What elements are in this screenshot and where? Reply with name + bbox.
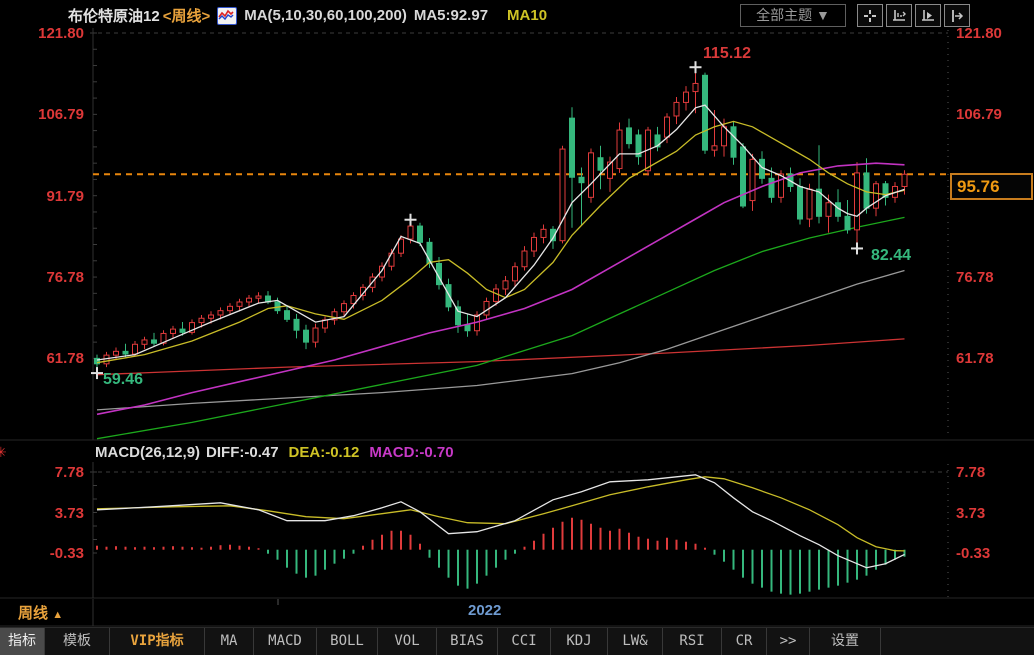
period-label: 周线 [18, 605, 48, 622]
period-selector[interactable]: 周线 ▲ [18, 602, 63, 623]
toolbar-item-cci[interactable]: CCI [498, 628, 551, 655]
indicator-alert-icon[interactable]: ✳ [0, 444, 7, 461]
kline-chart-icon[interactable] [217, 7, 237, 25]
toolbar-item-vol[interactable]: VOL [378, 628, 437, 655]
macd-dea-label: DEA:-0.12 [289, 444, 360, 461]
trough-price-annotation: 82.44 [871, 247, 911, 265]
price-label-left: 121.80 [24, 25, 84, 42]
axis-shift-icon[interactable] [944, 4, 970, 27]
toolbar-item-macd[interactable]: MACD [254, 628, 317, 655]
start-low-annotation: 59.46 [103, 371, 143, 389]
peak-price-annotation: 115.12 [703, 45, 751, 63]
toolbar-item-kdj[interactable]: KDJ [551, 628, 608, 655]
macd-diff-label: DIFF:-0.47 [206, 444, 279, 461]
toolbar-item-cr[interactable]: CR [722, 628, 767, 655]
macd-macd-label: MACD:-0.70 [369, 444, 453, 461]
ma10-label: MA10 [507, 7, 547, 24]
ma-settings-label: MA(5,10,30,60,100,200) [244, 7, 407, 24]
price-label-right: 76.78 [956, 269, 1026, 286]
axis-scale-icon[interactable] [886, 4, 912, 27]
chevron-up-icon: ▲ [52, 609, 63, 621]
macd-label-right: 7.78 [956, 464, 1026, 481]
current-price-box: 95.76 [950, 173, 1033, 200]
toolbar-item-template[interactable]: 模板 [45, 628, 110, 655]
price-label-right: 106.79 [956, 106, 1026, 123]
time-axis-row: 周线 ▲ 2022 [0, 599, 1034, 626]
year-label: 2022 [468, 602, 501, 619]
price-label-right: 61.78 [956, 350, 1026, 367]
macd-label-left: 7.78 [24, 464, 84, 481]
price-label-left: 91.79 [24, 188, 84, 205]
macd-label-left: 3.73 [24, 505, 84, 522]
price-label-left: 106.79 [24, 106, 84, 123]
chart-canvas[interactable] [0, 0, 1034, 655]
period-tag: <周线> [163, 5, 211, 26]
toolbar-item-vip[interactable]: VIP指标 [110, 628, 205, 655]
symbol-name: 布伦特原油12 [68, 5, 160, 26]
theme-dropdown[interactable]: 全部主题 ▼ [740, 4, 846, 27]
toolbar-item-lw[interactable]: LW& [608, 628, 663, 655]
macd-header: MACD(26,12,9) DIFF:-0.47 DEA:-0.12 MACD:… [95, 444, 454, 461]
axis-play-icon[interactable] [915, 4, 941, 27]
toolbar-item-indicator[interactable]: 指标 [0, 628, 45, 655]
price-label-left: 61.78 [24, 350, 84, 367]
trading-app-window: 布伦特原油12<周线> MA(5,10,30,60,100,200) MA5:9… [0, 0, 1034, 655]
macd-title: MACD(26,12,9) [95, 444, 200, 461]
indicator-toolbar: 指标 模板 VIP指标 MA MACD BOLL VOL BIAS CCI KD… [0, 627, 1034, 655]
macd-label-right: 3.73 [956, 505, 1026, 522]
toolbar-item-rsi[interactable]: RSI [663, 628, 722, 655]
toolbar-item-ma[interactable]: MA [205, 628, 254, 655]
ma5-value-label: MA5:92.97 [414, 7, 488, 24]
macd-label-left: -0.33 [24, 545, 84, 562]
toolbar-item-settings[interactable]: 设置 [810, 628, 881, 655]
chart-header: 布伦特原油12<周线> MA(5,10,30,60,100,200) MA5:9… [68, 5, 547, 26]
macd-label-right: -0.33 [956, 545, 1026, 562]
toolbar-item-more[interactable]: >> [767, 628, 810, 655]
crosshair-icon[interactable] [857, 4, 883, 27]
toolbar-item-boll[interactable]: BOLL [317, 628, 378, 655]
toolbar-item-bias[interactable]: BIAS [437, 628, 498, 655]
price-label-right: 121.80 [956, 25, 1026, 42]
price-label-left: 76.78 [24, 269, 84, 286]
